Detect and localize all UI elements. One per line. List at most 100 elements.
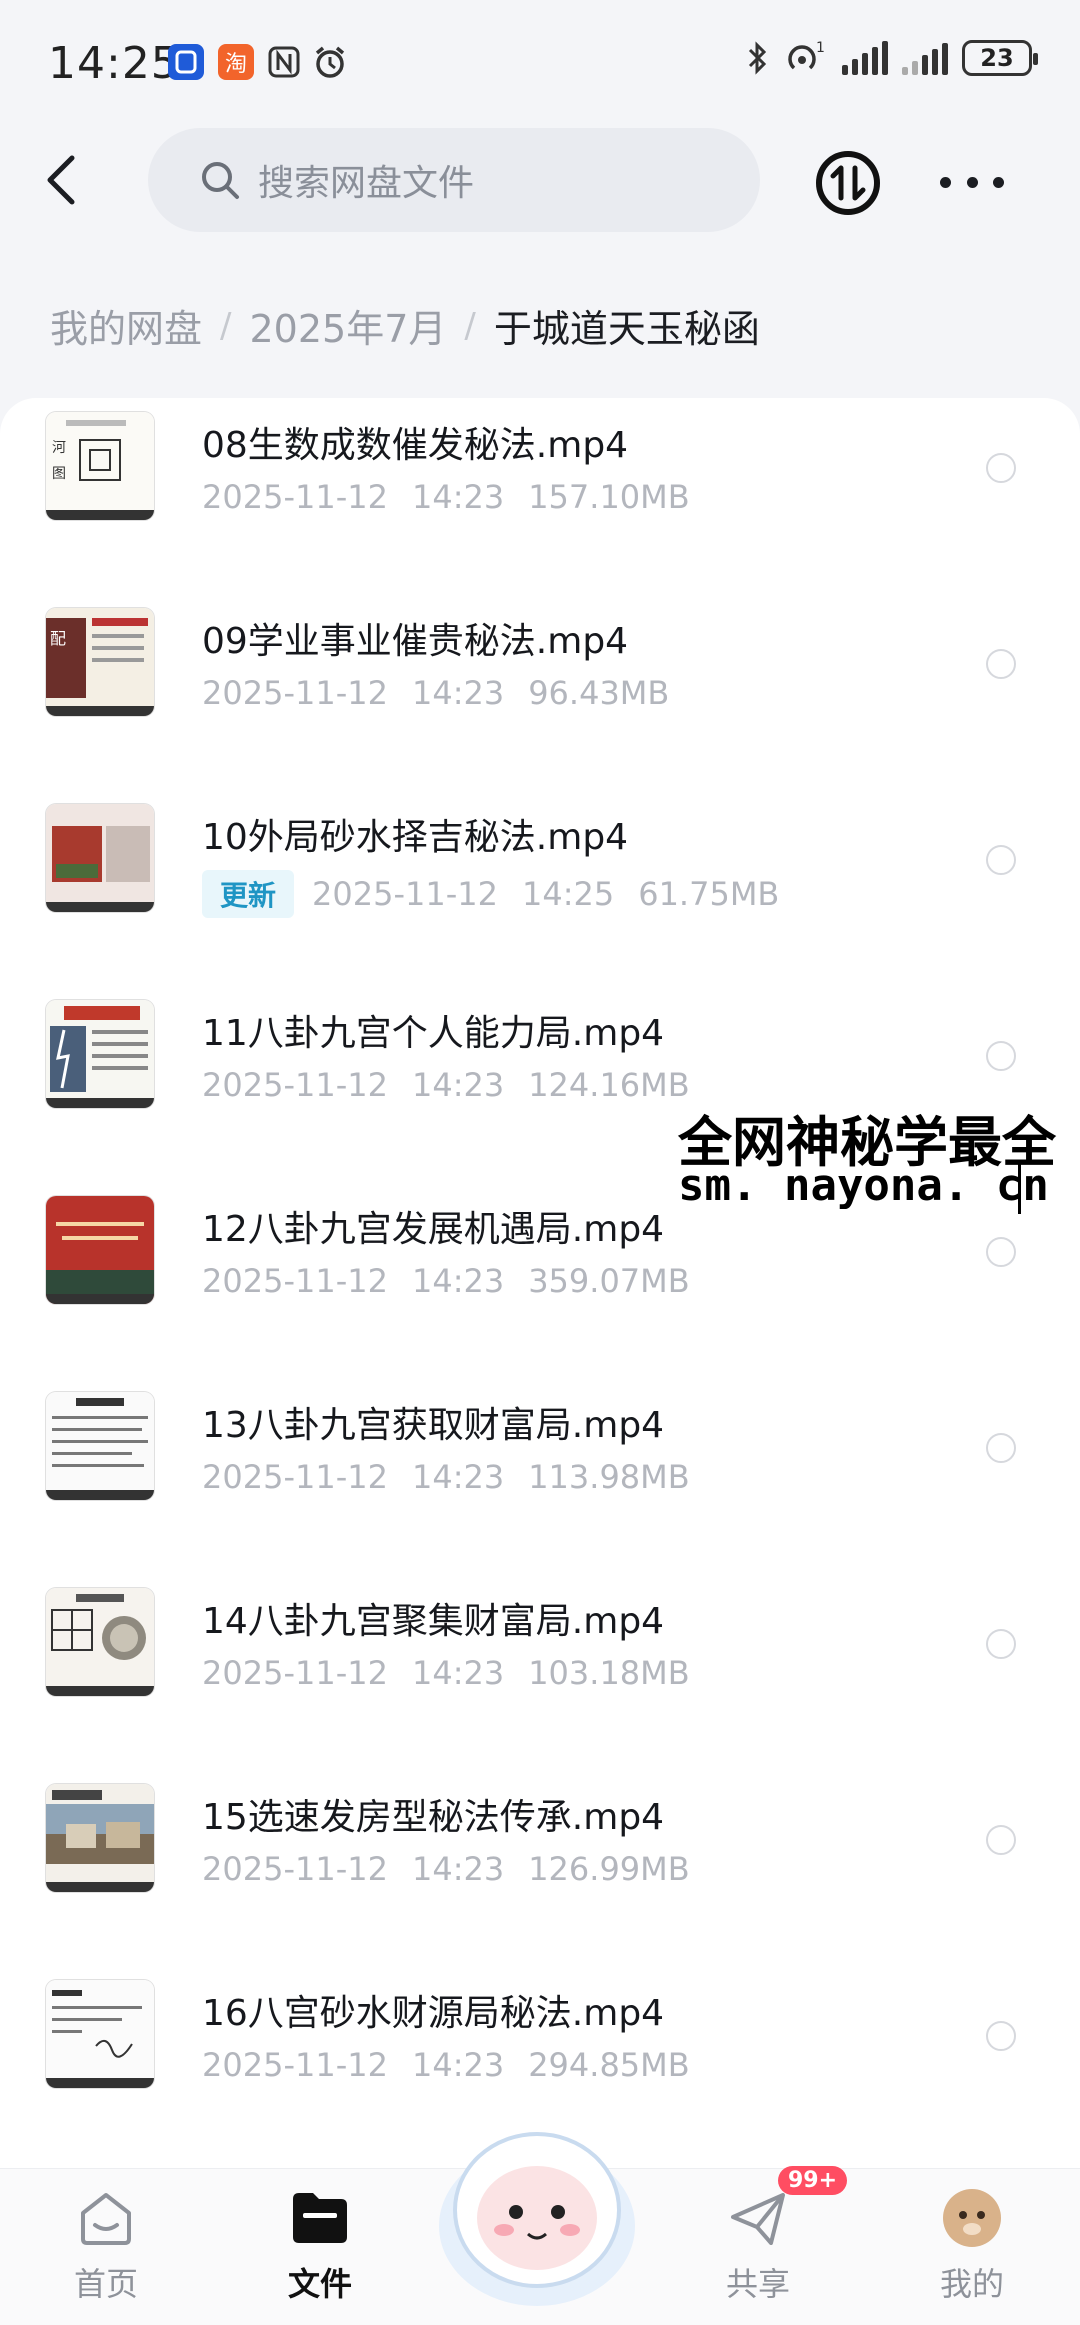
file-name: 12八卦九宫发展机遇局.mp4 — [202, 1209, 665, 1250]
alarm-icon — [312, 44, 348, 80]
nav-files[interactable]: 文件 — [250, 2187, 390, 2305]
file-date: 2025-11-12 — [202, 2046, 388, 2084]
text-cursor — [1018, 1162, 1021, 1214]
nav-label: 共享 — [725, 2265, 790, 2303]
status-time: 14:25 — [48, 38, 180, 89]
file-size: 96.43MB — [528, 674, 670, 712]
breadcrumb-separator: / — [220, 305, 232, 346]
select-checkbox[interactable] — [986, 1629, 1016, 1659]
breadcrumb-item-root[interactable]: 我的网盘 — [50, 298, 202, 353]
search-icon — [202, 162, 239, 199]
file-row[interactable]: 13八卦九宫获取财富局.mp4 2025-11-12 14:23 113.98M… — [0, 1378, 1080, 1574]
file-meta: 2025-11-12 14:23 124.16MB — [202, 1066, 690, 1104]
mascot-icon — [439, 2132, 635, 2306]
file-time: 14:23 — [411, 674, 505, 712]
file-size: 124.16MB — [528, 1066, 690, 1104]
file-time: 14:23 — [411, 1654, 505, 1692]
file-time: 14:23 — [411, 1262, 505, 1300]
file-meta: 2025-11-12 14:23 113.98MB — [202, 1458, 690, 1496]
select-checkbox[interactable] — [986, 453, 1016, 483]
nav-label: 我的 — [939, 2265, 1004, 2303]
svg-text:淘: 淘 — [225, 52, 247, 77]
file-meta: 2025-11-12 14:23 96.43MB — [202, 674, 669, 712]
file-meta: 2025-11-12 14:23 103.18MB — [202, 1654, 690, 1692]
file-meta: 2025-11-12 14:23 359.07MB — [202, 1262, 690, 1300]
file-date: 2025-11-12 — [202, 1262, 388, 1300]
breadcrumb-separator: / — [464, 305, 476, 346]
file-row[interactable]: 配 09学业事业催贵秘法.mp4 2025-11-12 14:23 96.43M… — [0, 594, 1080, 790]
file-name: 16八宫砂水财源局秘法.mp4 — [202, 1993, 665, 2034]
file-size: 61.75MB — [638, 875, 780, 913]
file-meta: 更新 2025-11-12 14:25 61.75MB — [202, 870, 779, 918]
avatar-icon — [941, 2187, 1003, 2249]
svg-text:图: 图 — [52, 466, 66, 482]
file-time: 14:23 — [411, 1850, 505, 1888]
select-checkbox[interactable] — [986, 1825, 1016, 1855]
file-date: 2025-11-12 — [202, 1654, 388, 1692]
status-bar: 14:25 淘 1 23 — [0, 0, 1080, 120]
file-row[interactable]: 15选速发房型秘法传承.mp4 2025-11-12 14:23 126.99M… — [0, 1770, 1080, 1966]
more-dot — [940, 176, 951, 188]
file-row[interactable]: 10外局砂水择吉秘法.mp4 更新 2025-11-12 14:25 61.75… — [0, 790, 1080, 986]
signal-icon — [842, 41, 888, 75]
taobao-app-icon: 淘 — [218, 44, 254, 80]
file-row[interactable]: 14八卦九宫聚集财富局.mp4 2025-11-12 14:23 103.18M… — [0, 1574, 1080, 1770]
file-name: 13八卦九宫获取财富局.mp4 — [202, 1405, 665, 1446]
search-placeholder: 搜索网盘文件 — [258, 163, 475, 204]
file-date: 2025-11-12 — [202, 1850, 388, 1888]
file-time: 14:23 — [411, 1066, 505, 1104]
video-thumbnail: 配 — [46, 608, 154, 716]
file-name: 09学业事业催贵秘法.mp4 — [202, 621, 629, 662]
folder-icon — [289, 2187, 351, 2249]
file-size: 359.07MB — [528, 1262, 690, 1300]
file-row[interactable]: 12八卦九宫发展机遇局.mp4 2025-11-12 14:23 359.07M… — [0, 1182, 1080, 1378]
share-icon — [727, 2187, 789, 2249]
svg-text:河: 河 — [52, 440, 66, 456]
file-size: 157.10MB — [528, 478, 690, 516]
video-thumbnail — [46, 1784, 154, 1892]
file-date: 2025-11-12 — [202, 1066, 388, 1104]
nav-label: 首页 — [73, 2265, 138, 2303]
mascot-button[interactable] — [432, 2108, 642, 2308]
share-count-badge: 99+ — [778, 2166, 848, 2195]
nav-share[interactable]: 共享 — [688, 2187, 828, 2305]
breadcrumb-item-current: 于城道天玉秘函 — [493, 307, 760, 351]
bluetooth-icon — [748, 41, 767, 75]
nav-profile[interactable]: 我的 — [902, 2187, 1042, 2305]
select-checkbox[interactable] — [986, 1237, 1016, 1267]
select-checkbox[interactable] — [986, 649, 1016, 679]
select-checkbox[interactable] — [986, 1041, 1016, 1071]
file-row[interactable]: 河图 08生数成数催发秘法.mp4 2025-11-12 14:23 157.1… — [0, 398, 1080, 594]
file-time: 14:25 — [521, 875, 615, 913]
video-thumbnail — [46, 804, 154, 912]
file-date: 2025-11-12 — [202, 478, 388, 516]
file-name: 15选速发房型秘法传承.mp4 — [202, 1797, 665, 1838]
file-time: 14:23 — [411, 2046, 505, 2084]
file-size: 126.99MB — [528, 1850, 690, 1888]
select-checkbox[interactable] — [986, 2021, 1016, 2051]
video-thumbnail — [46, 1588, 154, 1696]
watermark-url: sm. nayona. cn — [678, 1160, 1049, 1211]
search-input[interactable]: 搜索网盘文件 — [148, 128, 760, 232]
back-button[interactable] — [36, 150, 96, 210]
home-icon — [75, 2187, 137, 2249]
select-checkbox[interactable] — [986, 845, 1016, 875]
video-thumbnail — [46, 1000, 154, 1108]
status-indicators: 1 23 — [744, 40, 1038, 76]
file-name: 14八卦九宫聚集财富局.mp4 — [202, 1601, 665, 1642]
file-name: 11八卦九宫个人能力局.mp4 — [202, 1013, 665, 1054]
select-checkbox[interactable] — [986, 1433, 1016, 1463]
hotspot-icon: 1 — [788, 40, 825, 70]
file-name: 10外局砂水择吉秘法.mp4 — [202, 817, 629, 858]
video-thumbnail — [46, 1980, 154, 2088]
transfer-button[interactable] — [815, 150, 881, 216]
video-thumbnail — [46, 1196, 154, 1304]
nav-home[interactable]: 首页 — [36, 2187, 176, 2305]
file-time: 14:23 — [411, 1458, 505, 1496]
battery-indicator: 23 — [962, 40, 1038, 76]
file-size: 113.98MB — [528, 1458, 690, 1496]
more-options-button[interactable] — [940, 160, 1004, 204]
breadcrumb-item-month[interactable]: 2025年7月 — [249, 298, 446, 353]
signal-icon-2 — [902, 41, 948, 75]
file-list: 河图 08生数成数催发秘法.mp4 2025-11-12 14:23 157.1… — [0, 398, 1080, 2168]
